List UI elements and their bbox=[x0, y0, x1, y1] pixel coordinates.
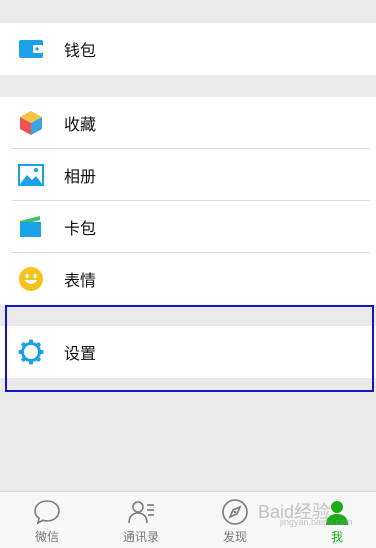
menu-item-label: 表情 bbox=[64, 271, 97, 290]
menu-item-label: 设置 bbox=[64, 344, 97, 363]
image-icon bbox=[18, 162, 44, 188]
tab-label: 微信 bbox=[34, 530, 59, 544]
contacts-icon bbox=[127, 498, 155, 526]
menu-item-label: 钱包 bbox=[64, 41, 97, 60]
menu-item-label: 收藏 bbox=[64, 115, 97, 134]
wallet-group: 钱包 bbox=[0, 23, 376, 75]
menu-item-wallet[interactable]: 钱包 bbox=[0, 23, 376, 75]
watermark-url: jingyan.baidu.com bbox=[280, 517, 353, 527]
tab-label: 我 bbox=[330, 530, 343, 544]
gear-icon bbox=[18, 339, 44, 365]
menu-item-favorites[interactable]: 收藏 bbox=[0, 97, 376, 149]
settings-group: 设置 bbox=[0, 326, 376, 378]
bottom-tab-bar: 微信 通讯录 发现 我 Baid经验 jingyan.baidu.com bbox=[0, 491, 376, 548]
tab-chats[interactable]: 微信 bbox=[0, 492, 94, 548]
card-icon bbox=[18, 214, 44, 240]
menu-item-label: 卡包 bbox=[64, 219, 97, 238]
tab-label: 通讯录 bbox=[122, 530, 159, 544]
wallet-icon bbox=[18, 36, 44, 62]
tab-label: 发现 bbox=[222, 530, 247, 544]
cube-icon bbox=[18, 110, 44, 136]
chat-bubble-icon bbox=[33, 498, 61, 526]
menu-item-album[interactable]: 相册 bbox=[0, 149, 376, 201]
me-page: 钱包 收藏 相册 卡包 表情 设置 微信 通讯录 发现 我 Baid经验 jin… bbox=[0, 0, 376, 548]
menu-item-settings[interactable]: 设置 bbox=[0, 326, 376, 378]
features-group: 收藏 相册 卡包 表情 bbox=[0, 97, 376, 305]
tab-contacts[interactable]: 通讯录 bbox=[94, 492, 188, 548]
menu-item-label: 相册 bbox=[64, 167, 97, 186]
menu-item-cards[interactable]: 卡包 bbox=[0, 201, 376, 253]
compass-icon bbox=[221, 498, 249, 526]
menu-item-stickers[interactable]: 表情 bbox=[0, 253, 376, 305]
smiley-icon bbox=[18, 266, 44, 292]
